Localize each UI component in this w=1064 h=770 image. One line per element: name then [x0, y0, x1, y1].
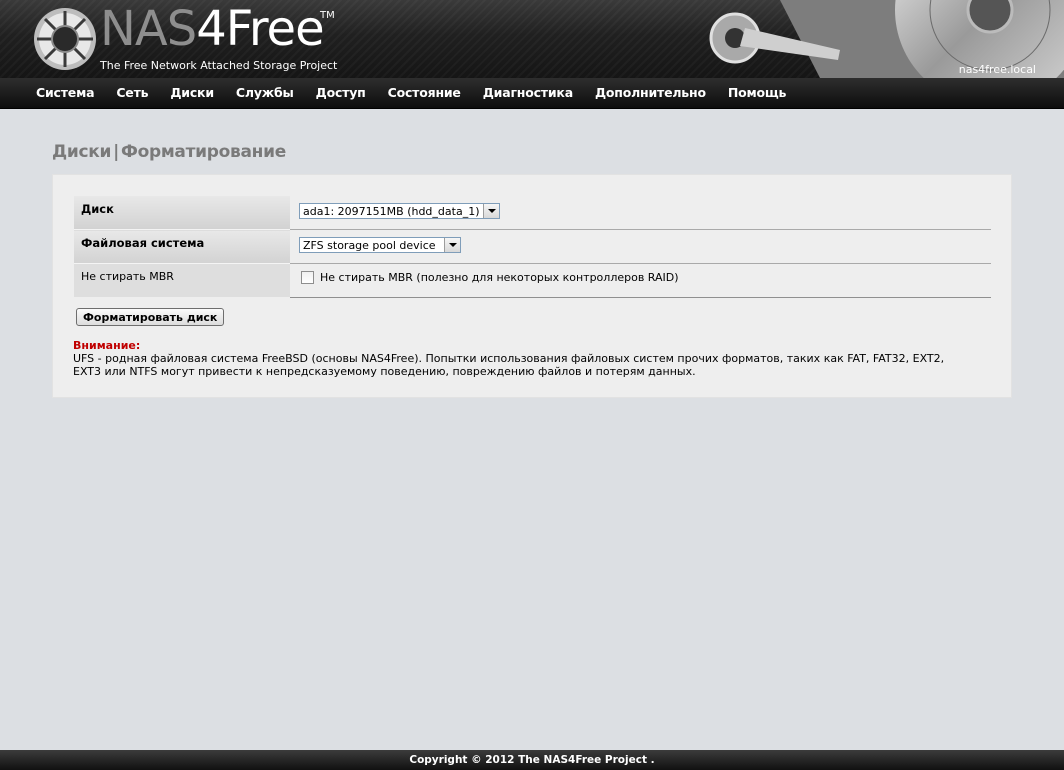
mbr-option: Не стирать MBR (полезно для некоторых ко… [299, 271, 982, 284]
breadcrumb-disks: Диски [52, 142, 112, 162]
disk-label: Диск [74, 196, 290, 230]
format-form: Диск ada1: 2097151MB (hdd_data_1) Файлов… [74, 196, 991, 298]
form-row-disk: Диск ada1: 2097151MB (hdd_data_1) [74, 196, 991, 230]
chevron-down-icon[interactable] [483, 204, 500, 218]
filesystem-cell: ZFS storage pool device [290, 229, 991, 264]
disk-select[interactable]: ada1: 2097151MB (hdd_data_1) [299, 203, 501, 219]
footer: Copyright © 2012 The NAS4Free Project . [0, 750, 1064, 770]
copyright-text: Copyright © 2012 The NAS4Free Project . [409, 754, 655, 766]
menu-item-help[interactable]: Помощь [728, 78, 787, 108]
menu-item-diagnostics[interactable]: Диагностика [483, 78, 573, 108]
filesystem-label: Файловая система [74, 229, 290, 264]
hostname: nas4free.local [958, 63, 1036, 76]
logo-nas: NAS [100, 1, 197, 57]
logo-free: 4Free [196, 1, 324, 57]
warning-title: Внимание: [73, 339, 141, 352]
menu-item-network[interactable]: Сеть [116, 78, 148, 108]
format-disk-button[interactable]: Форматировать диск [76, 308, 225, 326]
main-menu: Система Сеть Диски Службы Доступ Состоян… [0, 78, 1064, 109]
breadcrumb-format: Форматирование [121, 142, 286, 162]
menu-item-advanced[interactable]: Дополнительно [595, 78, 706, 108]
disk-cell: ada1: 2097151MB (hdd_data_1) [290, 196, 991, 230]
filesystem-select-value: ZFS storage pool device [303, 238, 436, 252]
mbr-checkbox[interactable] [301, 271, 314, 284]
menu-item-disks[interactable]: Диски [170, 78, 214, 108]
warning-text: UFS - родная файловая система FreeBSD (о… [73, 352, 945, 378]
content-panel: Диск ada1: 2097151MB (hdd_data_1) Файлов… [52, 174, 1012, 398]
chevron-down-icon[interactable] [444, 238, 460, 252]
disk-select-value: ada1: 2097151MB (hdd_data_1) [303, 204, 480, 218]
filesystem-select[interactable]: ZFS storage pool device [299, 237, 461, 253]
logo-text: NAS4Free [100, 1, 325, 57]
mbr-label: Не стирать MBR [74, 263, 290, 297]
menu-item-status[interactable]: Состояние [388, 78, 461, 108]
nas4free-logo-icon [34, 8, 96, 70]
mbr-checkbox-label[interactable]: Не стирать MBR (полезно для некоторых ко… [320, 271, 679, 284]
logo-trademark: TM [320, 10, 335, 21]
header-banner: NAS4Free TM The Free Network Attached St… [0, 0, 1064, 78]
tagline: The Free Network Attached Storage Projec… [100, 59, 338, 72]
mbr-cell: Не стирать MBR (полезно для некоторых ко… [290, 263, 991, 298]
form-row-mbr: Не стирать MBR Не стирать MBR (полезно д… [74, 263, 991, 298]
menu-item-services[interactable]: Службы [236, 78, 294, 108]
breadcrumb-separator: | [113, 142, 120, 162]
menu-item-system[interactable]: Система [36, 78, 95, 108]
page-title: Диски | Форматирование [52, 142, 286, 162]
form-row-filesystem: Файловая система ZFS storage pool device [74, 229, 991, 264]
menu-item-access[interactable]: Доступ [316, 78, 366, 108]
